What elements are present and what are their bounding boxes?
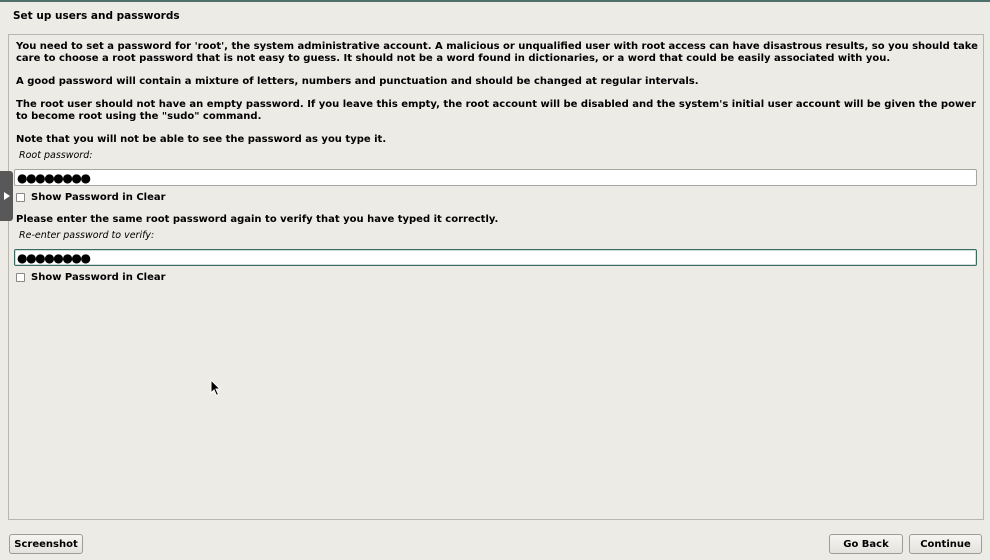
- checkbox-box[interactable]: [16, 273, 25, 282]
- side-panel-toggle[interactable]: [0, 171, 13, 221]
- show-root-password-checkbox[interactable]: Show Password in Clear: [16, 192, 166, 203]
- triangle-right-icon: [3, 192, 10, 200]
- verify-password-input[interactable]: [14, 249, 977, 266]
- continue-button[interactable]: Continue: [909, 534, 982, 554]
- verify-password-label: Re-enter password to verify:: [19, 230, 155, 241]
- show-verify-password-checkbox[interactable]: Show Password in Clear: [16, 272, 166, 283]
- mouse-pointer-icon: [210, 379, 222, 397]
- hidden-typing-note: Note that you will not be able to see th…: [16, 134, 387, 145]
- root-password-label: Root password:: [19, 150, 93, 161]
- top-accent-bar: [0, 0, 990, 2]
- checkbox-box[interactable]: [16, 193, 25, 202]
- root-password-input[interactable]: [14, 169, 977, 186]
- page-title: Set up users and passwords: [13, 10, 180, 22]
- screenshot-button[interactable]: Screenshot: [9, 534, 83, 554]
- go-back-button[interactable]: Go Back: [829, 534, 903, 554]
- verify-prompt: Please enter the same root password agai…: [16, 214, 499, 225]
- password-advice-paragraph: A good password will contain a mixture o…: [16, 76, 699, 87]
- intro-paragraph: You need to set a password for 'root', t…: [16, 41, 978, 64]
- empty-password-paragraph: The root user should not have an empty p…: [16, 99, 976, 122]
- show-verify-password-label: Show Password in Clear: [31, 272, 166, 283]
- show-root-password-label: Show Password in Clear: [31, 192, 166, 203]
